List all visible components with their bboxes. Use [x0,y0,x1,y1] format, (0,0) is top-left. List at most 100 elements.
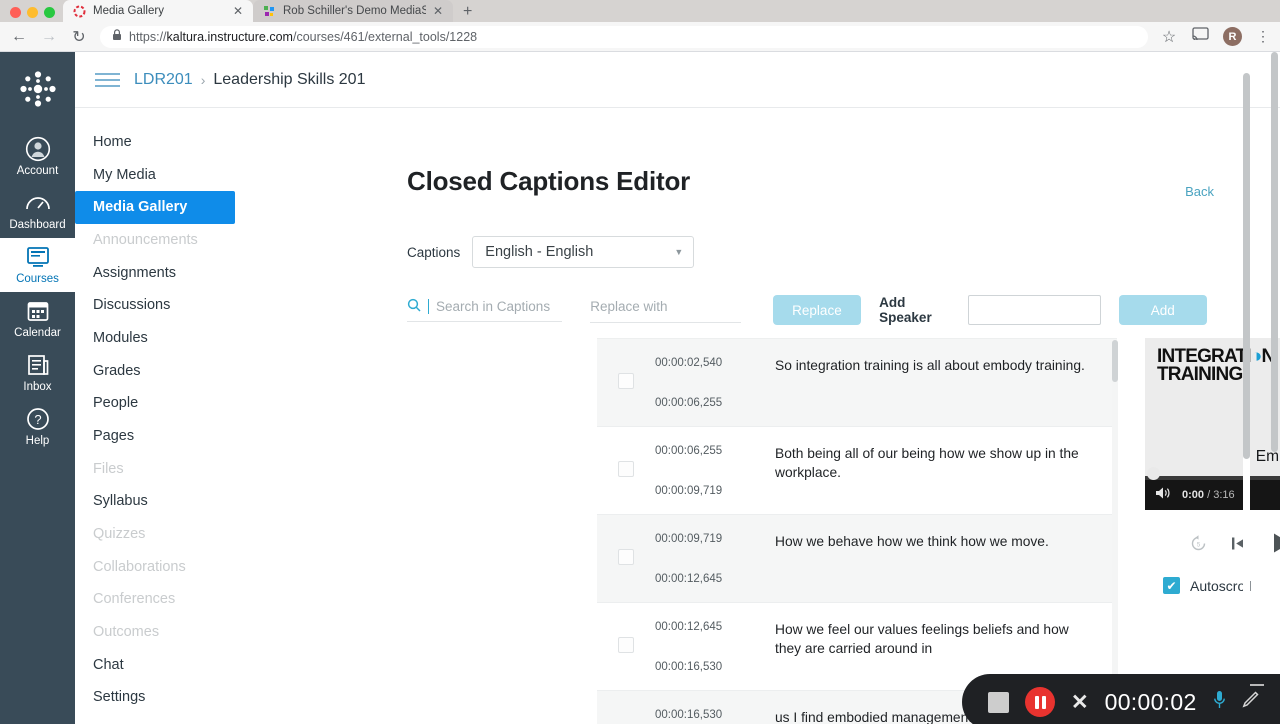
replace-button[interactable]: Replace [772,295,862,325]
captions-editor-panel: Closed Captions Editor Back Captions Eng… [255,108,1280,724]
scrubber-handle[interactable] [1147,467,1160,480]
captions-list[interactable]: 00:00:02,540 00:00:06,255 So integration… [597,338,1117,724]
course-nav-item-my-media[interactable]: My Media [75,159,255,192]
checkbox-icon[interactable] [618,461,634,477]
bookmark-star-icon[interactable]: ☆ [1160,27,1178,47]
course-nav-item-outcomes[interactable]: Outcomes [75,616,255,649]
course-nav-item-settings[interactable]: Settings [75,681,255,714]
caption-text[interactable]: Both being all of our being how we show … [775,445,1105,483]
caption-text[interactable]: So integration training is all about emb… [775,357,1105,376]
browser-tab-media-gallery[interactable]: Media Gallery ✕ [63,0,253,22]
collapse-icon[interactable] [1250,684,1264,686]
checkbox-checked-icon[interactable]: ✔ [1163,577,1180,594]
cancel-icon[interactable]: ✕ [1071,690,1089,715]
course-nav-item-chat[interactable]: Chat [75,649,255,682]
back-button[interactable]: ← [10,28,28,46]
checkbox-icon[interactable] [618,637,634,653]
close-icon[interactable]: ✕ [433,5,443,17]
cast-icon[interactable] [1192,26,1209,47]
course-nav-item-conferences[interactable]: Conferences [75,583,255,616]
global-nav-label: Dashboard [9,219,66,231]
microphone-icon[interactable] [1213,690,1226,714]
global-nav-item-help[interactable]: ? Help [0,400,75,454]
checkbox-icon[interactable] [618,549,634,565]
video-stage[interactable]: INTEGRATI◑N TRAINING Embodied Training [1145,338,1280,480]
scrollbar-thumb[interactable] [1112,340,1118,382]
pencil-icon[interactable] [1242,691,1259,713]
caption-end-time: 00:00:09,719 [655,485,723,497]
new-tab-button[interactable]: + [453,4,482,22]
course-nav-item-people[interactable]: People [75,387,255,420]
pause-icon[interactable] [1025,687,1055,717]
maximize-window-button[interactable] [44,7,55,18]
video-scrubber[interactable] [1145,467,1280,480]
course-nav-item-collaborations[interactable]: Collaborations [75,551,255,584]
volume-icon[interactable] [1155,486,1172,505]
row-checkbox-wrap[interactable] [597,621,655,653]
browser-tab-mediaspace[interactable]: Rob Schiller's Demo MediaSp ✕ [253,0,453,22]
captions-language-select[interactable]: English - English ▼ [472,236,695,268]
caption-times: 00:00:12,645 00:00:16,530 [655,621,775,673]
close-window-button[interactable] [10,7,21,18]
search-input[interactable]: Search in Captions [407,298,563,322]
row-checkbox-wrap[interactable] [597,533,655,565]
global-nav-label: Account [16,165,59,177]
page-scrollbar[interactable] [1243,55,1250,724]
hamburger-icon[interactable] [95,72,120,87]
time-separator: / [1207,489,1211,501]
close-icon[interactable]: ✕ [233,5,243,17]
course-nav-item-files[interactable]: Files [75,453,255,486]
course-nav-item-discussions[interactable]: Discussions [75,289,255,322]
course-nav-item-syllabus[interactable]: Syllabus [75,485,255,518]
address-bar[interactable]: https://kaltura.instructure.com/courses/… [100,25,1148,48]
course-nav-item-modules[interactable]: Modules [75,322,255,355]
canvas-logo[interactable] [15,66,61,112]
caption-text[interactable]: How we feel our values feelings beliefs … [775,621,1105,659]
course-nav-item-media-gallery[interactable]: Media Gallery [75,191,235,225]
global-nav-item-calendar[interactable]: Calendar [0,292,75,346]
course-nav-item-grades[interactable]: Grades [75,355,255,388]
global-nav-item-inbox[interactable]: Inbox [0,346,75,400]
stop-icon[interactable] [988,691,1009,713]
help-icon: ? [26,406,50,432]
table-row[interactable]: 00:00:02,540 00:00:06,255 So integration… [597,339,1117,427]
row-checkbox-wrap[interactable] [597,709,655,724]
forward-button[interactable]: → [40,28,58,46]
table-row[interactable]: 00:00:06,255 00:00:09,719 Both being all… [597,427,1117,515]
caption-end-time: 00:00:16,530 [655,661,723,673]
table-row[interactable]: 00:00:09,719 00:00:12,645 How we behave … [597,515,1117,603]
captions-list-scrollbar[interactable] [1112,340,1118,724]
caption-text[interactable]: How we behave how we think how we move. [775,533,1105,552]
minimize-window-button[interactable] [27,7,38,18]
course-nav-item-home[interactable]: Home [75,126,255,159]
url-domain: kaltura.instructure.com [166,29,293,44]
global-nav-item-account[interactable]: Account [0,130,75,184]
back-link[interactable]: Back [1185,184,1214,199]
rewind-5-icon[interactable]: 5 [1189,534,1208,558]
course-nav-item-quizzes[interactable]: Quizzes [75,518,255,551]
window-traffic-lights[interactable] [8,7,63,22]
course-nav-item-pages[interactable]: Pages [75,420,255,453]
avatar[interactable]: R [1223,27,1242,46]
breadcrumb: LDR201 › Leadership Skills 201 [134,71,365,89]
autoscroll-toggle[interactable]: ✔ Autoscroll [1145,559,1280,594]
course-nav-item-assignments[interactable]: Assignments [75,257,255,290]
caption-start-time: 00:00:12,645 [655,621,723,633]
row-checkbox-wrap[interactable] [597,357,655,389]
add-speaker-button[interactable]: Add [1118,295,1207,325]
scrollbar-thumb[interactable] [1243,73,1250,459]
replace-input[interactable]: Replace with [590,298,741,323]
row-checkbox-wrap[interactable] [597,445,655,477]
breadcrumb-course-code[interactable]: LDR201 [134,71,193,89]
global-nav-item-courses[interactable]: Courses [0,238,75,292]
browser-menu-icon[interactable]: ⋮ [1256,29,1270,43]
scrollbar-thumb[interactable] [1271,52,1278,452]
breadcrumb-course-name[interactable]: Leadership Skills 201 [213,71,365,89]
url-text: https://kaltura.instructure.com/courses/… [129,30,477,44]
checkbox-icon[interactable] [618,373,634,389]
reload-button[interactable]: ↻ [70,27,88,47]
window-scrollbar[interactable] [1271,52,1278,724]
speaker-input[interactable] [967,295,1101,325]
global-nav-item-dashboard[interactable]: Dashboard [0,184,75,238]
course-nav-item-announcements[interactable]: Announcements [75,224,255,257]
